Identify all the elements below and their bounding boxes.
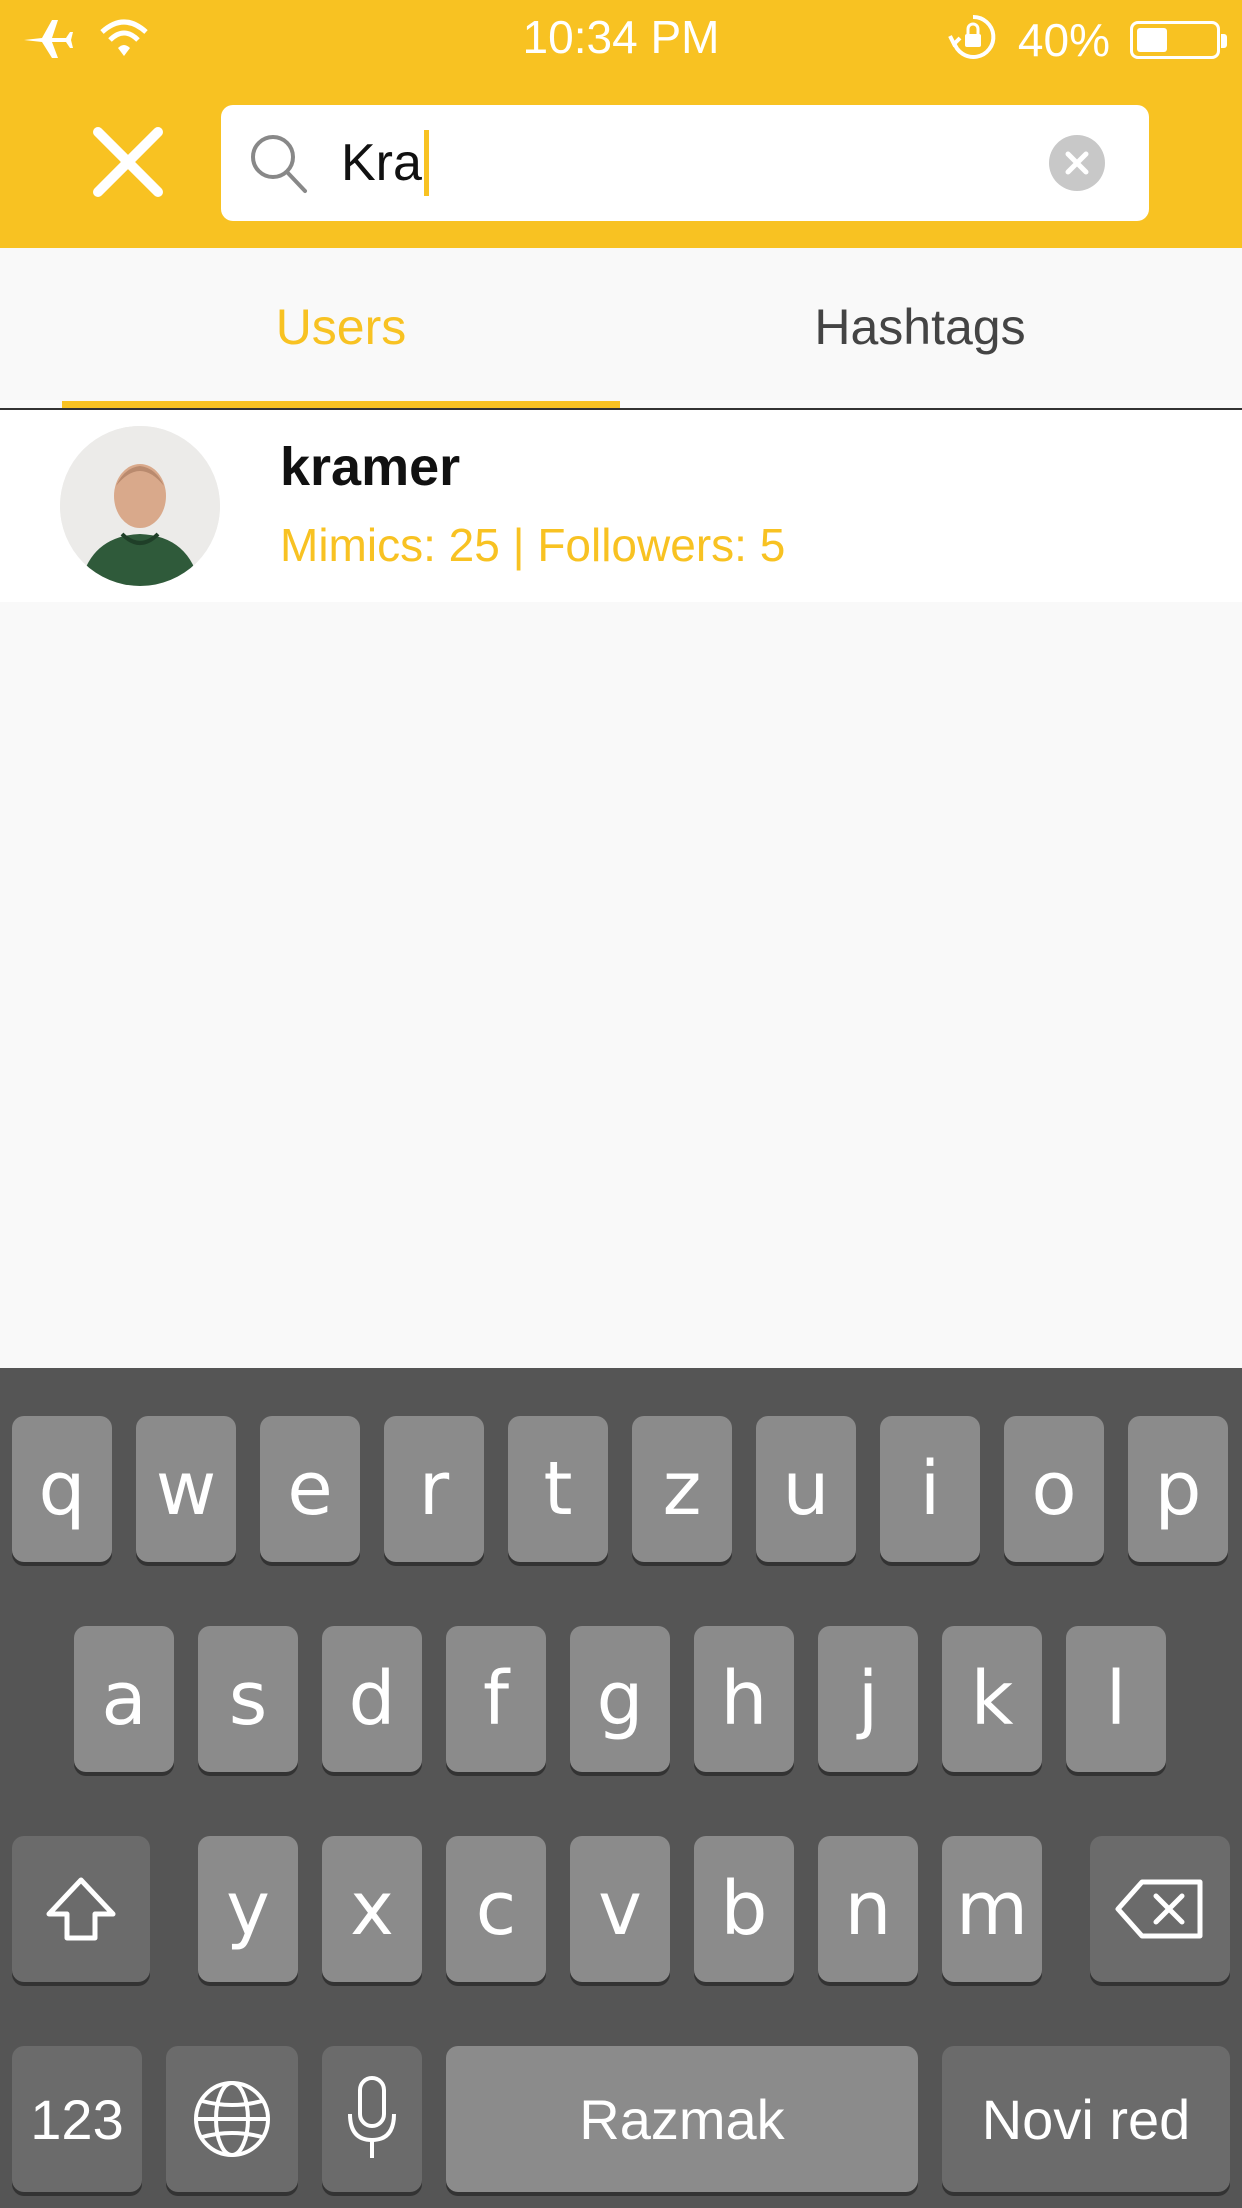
tab-users[interactable]: Users (62, 248, 620, 406)
key-i[interactable]: i (880, 1416, 980, 1562)
key-o[interactable]: o (1004, 1416, 1104, 1562)
user-stats: Mimics: 25 | Followers: 5 (280, 519, 786, 571)
key-u[interactable]: u (756, 1416, 856, 1562)
clear-icon[interactable] (1049, 135, 1105, 191)
key-x[interactable]: x (322, 1836, 422, 1982)
search-icon (247, 131, 311, 195)
key-n[interactable]: n (818, 1836, 918, 1982)
key-c[interactable]: c (446, 1836, 546, 1982)
rotation-lock-icon (948, 12, 998, 67)
key-r[interactable]: r (384, 1416, 484, 1562)
key-e[interactable]: e (260, 1416, 360, 1562)
key-z[interactable]: z (632, 1416, 732, 1562)
key-b[interactable]: b (694, 1836, 794, 1982)
battery-percent: 40% (1017, 13, 1110, 66)
battery-level (1137, 27, 1167, 52)
key-a[interactable]: a (74, 1626, 174, 1772)
text-caret (423, 130, 429, 196)
key-y[interactable]: y (198, 1836, 298, 1982)
key-p[interactable]: p (1128, 1416, 1228, 1562)
microphone-icon[interactable] (322, 2046, 422, 2192)
battery-icon (1130, 20, 1227, 59)
globe-icon[interactable] (166, 2046, 298, 2192)
shift-icon[interactable] (12, 1836, 150, 1982)
key-w[interactable]: w (136, 1416, 236, 1562)
numbers-key[interactable]: 123 (12, 2046, 142, 2192)
search-input[interactable]: Kra (221, 105, 1149, 221)
backspace-icon[interactable] (1090, 1836, 1230, 1982)
list-item[interactable]: kramer Mimics: 25 | Followers: 5 (0, 410, 1242, 602)
key-t[interactable]: t (508, 1416, 608, 1562)
key-l[interactable]: l (1066, 1626, 1166, 1772)
search-tabs: Users Hashtags (0, 248, 1242, 410)
tab-selected-indicator (62, 401, 620, 408)
key-g[interactable]: g (570, 1626, 670, 1772)
key-j[interactable]: j (818, 1626, 918, 1772)
key-q[interactable]: q (12, 1416, 112, 1562)
username: kramer (280, 437, 461, 497)
search-query-text: Kra (341, 134, 422, 192)
key-s[interactable]: s (198, 1626, 298, 1772)
results-list: kramer Mimics: 25 | Followers: 5 (0, 410, 1242, 602)
keyboard: q w e r t z u i o p a s d f g h j k l y … (0, 1368, 1242, 2208)
key-d[interactable]: d (322, 1626, 422, 1772)
close-icon[interactable] (82, 116, 174, 208)
key-m[interactable]: m (942, 1836, 1042, 1982)
key-f[interactable]: f (446, 1626, 546, 1772)
key-v[interactable]: v (570, 1836, 670, 1982)
status-bar: 10:34 PM 40% (0, 0, 1242, 80)
avatar (60, 426, 220, 586)
space-key[interactable]: Razmak (446, 2046, 918, 2192)
tab-hashtags[interactable]: Hashtags (620, 248, 1220, 406)
return-key[interactable]: Novi red (942, 2046, 1230, 2192)
search-header: Kra (0, 80, 1242, 248)
key-k[interactable]: k (942, 1626, 1042, 1772)
key-h[interactable]: h (694, 1626, 794, 1772)
